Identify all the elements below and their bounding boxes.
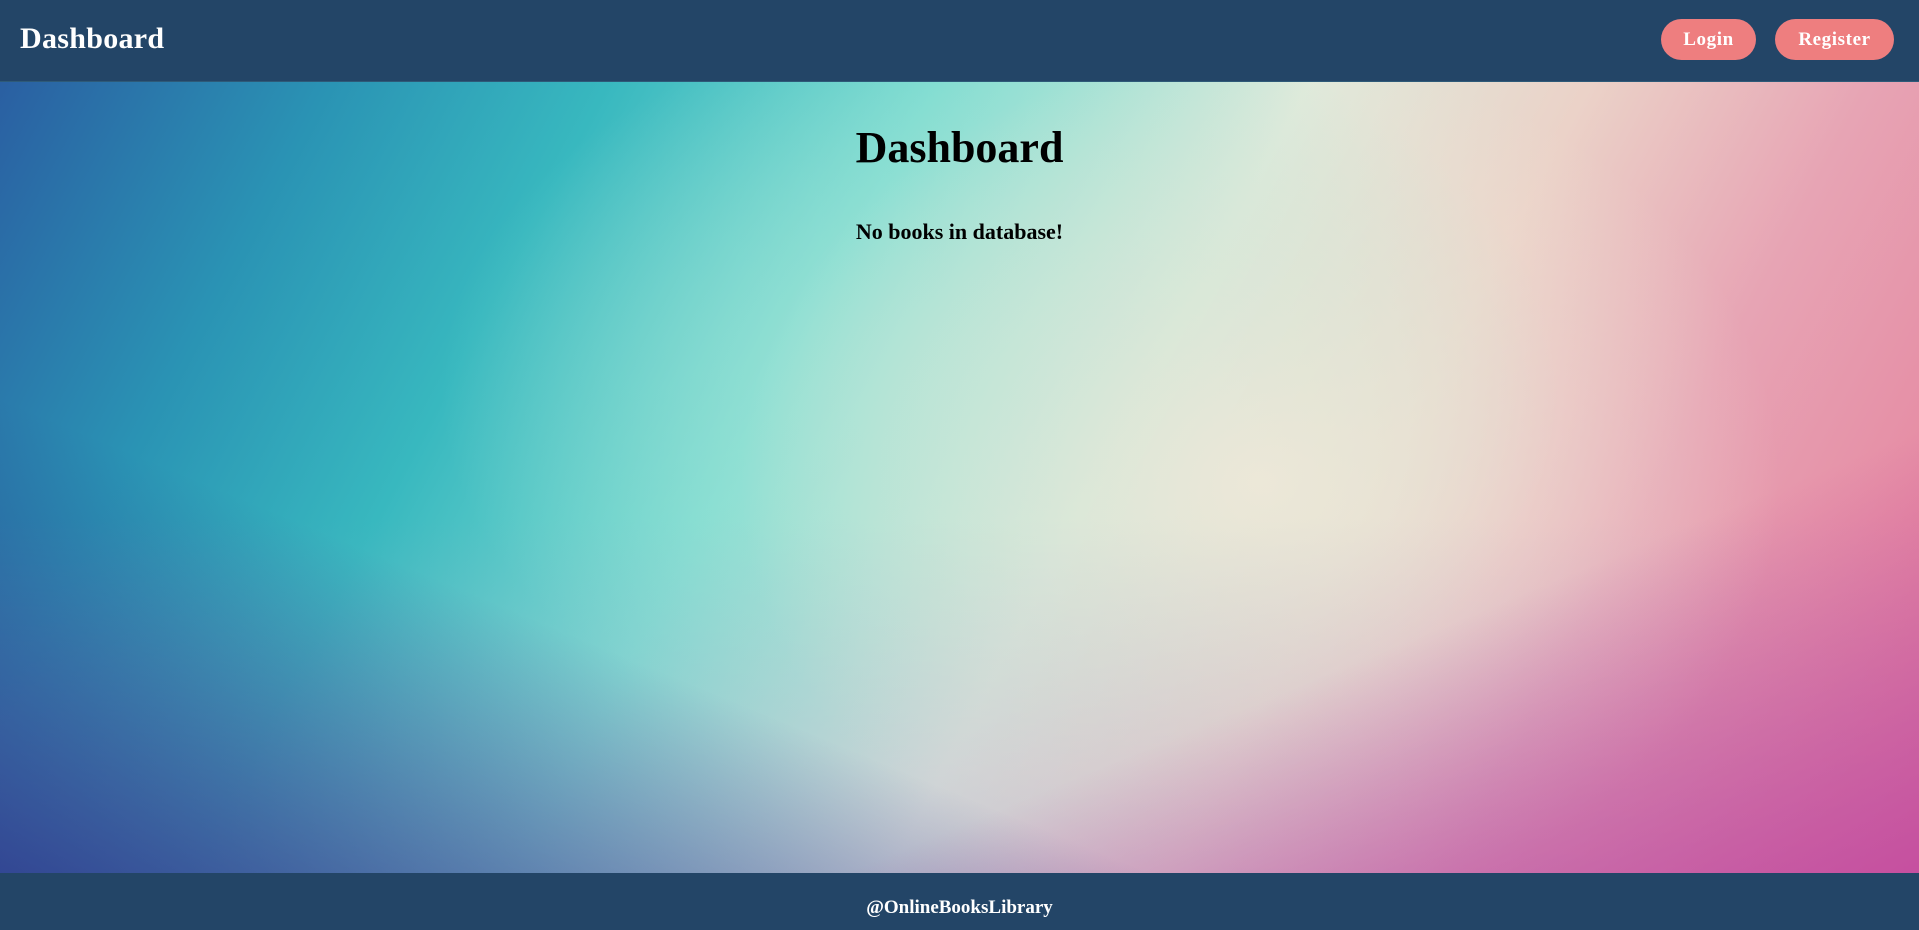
- empty-state-message: No books in database!: [855, 219, 1064, 244]
- page: Dashboard Login Register Dashboard No bo…: [0, 0, 1919, 930]
- page-title: Dashboard: [855, 123, 1064, 172]
- navbar: Dashboard Login Register: [0, 0, 1919, 82]
- brand-link[interactable]: Dashboard: [20, 19, 164, 59]
- main-content: Dashboard No books in database!: [0, 82, 1919, 873]
- background-gradient: [0, 82, 1919, 873]
- login-button[interactable]: Login: [1661, 19, 1756, 60]
- footer-text: @OnlineBooksLibrary: [866, 897, 1053, 918]
- footer: @OnlineBooksLibrary: [0, 873, 1919, 930]
- register-button[interactable]: Register: [1775, 19, 1894, 60]
